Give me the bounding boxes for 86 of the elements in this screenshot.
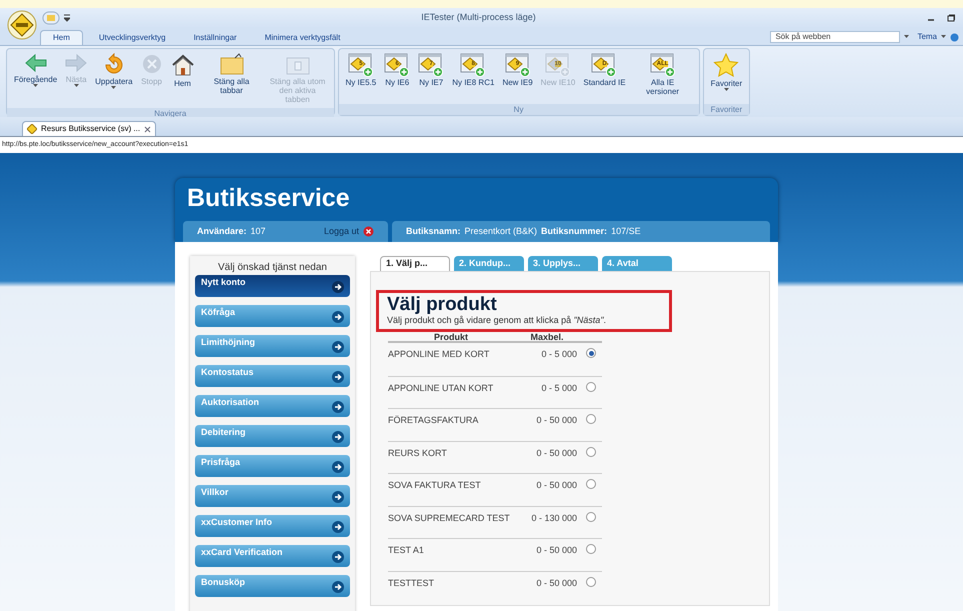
arrow-icon (332, 461, 344, 473)
product-radio[interactable] (586, 512, 596, 522)
max-amount: 0 - 5 000 (540, 382, 577, 394)
arrow-icon (332, 371, 344, 383)
restore-icon[interactable] (947, 14, 955, 22)
ie-window-icon (591, 53, 618, 77)
ribbon-tab[interactable]: Hem (40, 30, 83, 45)
max-amount: 0 - 130 000 (530, 512, 577, 524)
stop-icon (140, 53, 163, 75)
column-header: Maxbel. (529, 332, 564, 341)
ribbon-tab[interactable]: Inställningar (182, 30, 249, 45)
close-icon[interactable] (144, 126, 152, 132)
ie-window-icon (348, 53, 374, 77)
product-name: APPONLINE UTAN KORT (388, 382, 494, 394)
ribbon-button[interactable]: Favoriter (708, 49, 746, 104)
product-name: SOVA SUPREMECARD TEST (388, 512, 511, 524)
window-title: IETester (Multi-process läge) (421, 11, 536, 24)
back-arrow-icon (24, 53, 47, 73)
ribbon-tab[interactable]: Utvecklingsverktyg (86, 30, 178, 45)
ribbon-button[interactable]: Stäng alla tabbar (200, 49, 264, 108)
arrow-icon (332, 521, 344, 533)
column-header: Produkt (432, 332, 469, 341)
ribbon-button[interactable]: Hem (168, 49, 198, 108)
dropdown-caret-icon[interactable] (904, 35, 910, 39)
product-radio[interactable] (586, 414, 596, 424)
max-amount: 0 - 50 000 (535, 446, 577, 460)
page-icon (27, 124, 37, 134)
theme-menu[interactable]: Tema (917, 31, 937, 43)
ie-window-icon (504, 53, 531, 77)
user-value: 107 (250, 224, 266, 238)
arrow-icon (332, 431, 344, 443)
product-name: FÖRETAGSFAKTURA (388, 414, 480, 427)
service-button[interactable]: Nytt konto (195, 275, 350, 297)
product-name: TESTTEST (388, 576, 436, 590)
close-icon[interactable] (363, 226, 374, 237)
customize-caret-icon[interactable] (64, 14, 70, 22)
search-field[interactable]: Sök på webben (770, 31, 900, 43)
product-radio[interactable] (586, 576, 596, 586)
instruction-text: Välj produkt och gå vidare genom att klicka på "Nästa". (387, 315, 608, 326)
step-tab[interactable]: 1. Välj p... (380, 256, 450, 271)
browser-tab[interactable]: Resurs Butiksservice (sv) ... (22, 121, 156, 136)
max-amount: 0 - 50 000 (535, 479, 577, 492)
arrow-icon (332, 551, 344, 563)
product-name: TEST A1 (388, 544, 425, 557)
arrow-icon (332, 491, 344, 503)
max-amount: 0 - 50 000 (535, 576, 577, 590)
max-amount: 0 - 5 000 (540, 348, 577, 361)
ie-window-icon (460, 53, 486, 77)
product-name: SOVA FAKTURA TEST (388, 479, 482, 492)
folder-icon (218, 53, 245, 75)
product-radio[interactable] (586, 479, 596, 489)
logout-link[interactable]: Logga ut (324, 224, 359, 238)
arrow-icon (332, 311, 344, 323)
arrow-icon (332, 281, 344, 293)
ribbon-button[interactable]: Uppdatera (92, 49, 136, 108)
store-name-label: Butiksnamn: (406, 224, 461, 238)
user-label: Användare: (197, 224, 247, 238)
max-amount: 0 - 50 000 (535, 414, 577, 427)
product-radio[interactable] (586, 446, 596, 456)
product-name: REURS KORT (388, 446, 448, 460)
arrow-icon (332, 401, 344, 413)
ribbon-tab[interactable]: Minimera verktygsfält (252, 30, 352, 45)
dropdown-caret-icon[interactable] (941, 35, 946, 39)
store-number: 107/SE (611, 224, 641, 238)
site-title: Butiksservice (187, 183, 351, 213)
product-name: APPONLINE MED KORT (388, 348, 490, 361)
ribbon-button[interactable]: Föregående (11, 49, 60, 108)
home-icon (170, 53, 195, 77)
max-amount: 0 - 50 000 (535, 544, 577, 557)
forward-arrow-icon (65, 53, 88, 73)
arrow-icon (332, 341, 344, 353)
product-radio[interactable] (586, 382, 596, 392)
product-radio[interactable] (586, 348, 596, 358)
store-name: Presentkort (B&K) (464, 224, 538, 238)
group-label: Favoriter (704, 104, 750, 115)
services-heading: Välj önskad tjänst nedan (217, 262, 328, 274)
ie-window-icon (545, 53, 572, 77)
group-label: Ny (338, 104, 699, 115)
ie-window-icon (384, 53, 410, 77)
store-number-label: Butiksnummer: (541, 224, 608, 238)
ie-window-icon (650, 53, 676, 77)
star-icon (713, 53, 740, 77)
arrow-icon (332, 581, 344, 593)
ie-window-icon (418, 53, 444, 77)
section-heading: Välj produkt (387, 295, 498, 315)
product-radio[interactable] (586, 544, 596, 554)
